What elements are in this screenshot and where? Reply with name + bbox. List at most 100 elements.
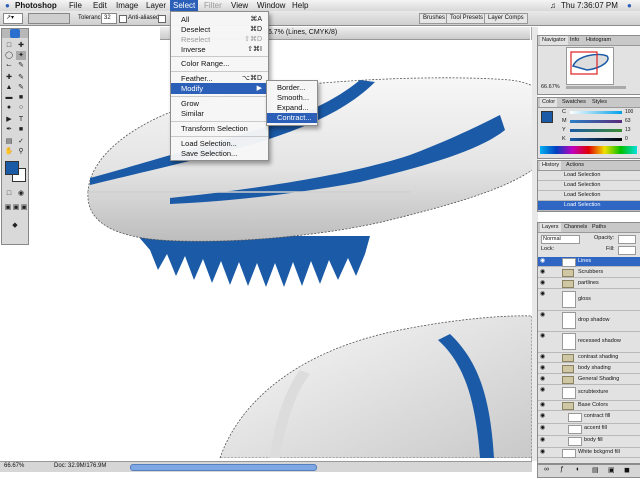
history-item[interactable]: Load Selection bbox=[538, 191, 640, 201]
healing-brush-icon[interactable]: ✚ bbox=[4, 73, 14, 82]
menu-item-modify[interactable]: Modify ▶ bbox=[171, 83, 268, 94]
zoom-icon[interactable]: ⚲ bbox=[16, 147, 26, 156]
eye-icon[interactable]: ◉ bbox=[540, 333, 546, 339]
eye-icon[interactable]: ◉ bbox=[540, 354, 546, 360]
menu-view[interactable]: View bbox=[228, 0, 251, 11]
layer-row[interactable]: ◉ accent fill bbox=[538, 424, 640, 436]
layer-row[interactable]: ◉ White bckgrnd fill bbox=[538, 448, 640, 458]
slider-m-value[interactable]: 63 bbox=[625, 118, 631, 124]
hand-icon[interactable]: ✋ bbox=[4, 147, 14, 156]
history-item[interactable]: Load Selection bbox=[538, 181, 640, 191]
opacity-input[interactable] bbox=[618, 235, 636, 244]
photoshop-logo-icon[interactable] bbox=[10, 29, 20, 38]
eye-icon[interactable]: ◉ bbox=[540, 387, 546, 393]
layer-row[interactable]: ◉ partlines bbox=[538, 279, 640, 289]
menu-item-save-selection[interactable]: Save Selection... bbox=[171, 148, 268, 159]
jump-to-imageready-icon[interactable]: ◆ bbox=[10, 221, 20, 230]
eye-icon[interactable]: ◉ bbox=[540, 280, 546, 286]
link-icon[interactable]: ∞ bbox=[544, 466, 549, 473]
color-ramp[interactable] bbox=[540, 146, 637, 154]
layer-row[interactable]: ◉ body shading bbox=[538, 364, 640, 374]
eye-icon[interactable]: ◉ bbox=[540, 425, 546, 431]
tab-actions[interactable]: Actions bbox=[564, 161, 586, 170]
slider-k[interactable] bbox=[570, 138, 622, 141]
quick-mask-icon[interactable]: ◉ bbox=[16, 189, 26, 198]
history-item[interactable]: Load Selection bbox=[538, 171, 640, 181]
menu-help[interactable]: Help bbox=[289, 0, 311, 11]
layer-row[interactable]: ◉ contract fill bbox=[538, 412, 640, 424]
slider-y[interactable] bbox=[570, 129, 622, 132]
standard-mode-icon[interactable]: □ bbox=[4, 189, 14, 198]
magic-wand-icon[interactable]: ✦ bbox=[16, 51, 26, 60]
screen-mode-full-icon[interactable]: ▣ bbox=[19, 203, 29, 212]
navigator-zoom[interactable]: 66.67% bbox=[541, 84, 560, 90]
eye-icon[interactable]: ◉ bbox=[540, 312, 546, 318]
menu-image[interactable]: Image bbox=[113, 0, 141, 11]
lasso-icon[interactable]: ◯ bbox=[4, 51, 14, 60]
tab-navigator[interactable]: Navigator bbox=[540, 36, 568, 45]
crop-icon[interactable]: ⌙ bbox=[4, 61, 14, 70]
palette-tab-brushes[interactable]: Brushes bbox=[419, 13, 450, 24]
layer-row[interactable]: ◉ General Shading bbox=[538, 375, 640, 385]
submenu-item-contract[interactable]: Contract... bbox=[267, 113, 317, 123]
tab-histogram[interactable]: Histogram bbox=[584, 36, 613, 45]
menubar-clock[interactable]: Thu 7:36:07 PM bbox=[558, 0, 621, 11]
tool-preset-picker[interactable]: ↗▾ bbox=[3, 13, 23, 24]
zoom-readout[interactable]: 66.67% bbox=[4, 463, 24, 469]
submenu-item-border[interactable]: Border... bbox=[267, 83, 317, 93]
menu-item-similar[interactable]: Similar bbox=[171, 108, 268, 119]
eye-icon[interactable]: ◉ bbox=[540, 376, 546, 382]
dodge-icon[interactable]: ○ bbox=[16, 103, 26, 112]
slider-c-value[interactable]: 100 bbox=[625, 109, 633, 115]
fill-input[interactable] bbox=[618, 246, 636, 255]
slice-icon[interactable]: ✎ bbox=[16, 61, 26, 70]
layer-row[interactable]: ◉ drop shadow bbox=[538, 311, 640, 332]
slider-m[interactable] bbox=[570, 120, 622, 123]
selection-mode-buttons[interactable] bbox=[28, 13, 70, 24]
palette-tab-tool-presets[interactable]: Tool Presets bbox=[446, 13, 488, 24]
history-item-current[interactable]: Load Selection bbox=[538, 201, 640, 211]
navigator-zoom-slider[interactable] bbox=[566, 86, 626, 89]
eye-icon[interactable]: ◉ bbox=[540, 437, 546, 443]
trash-icon[interactable]: ◼ bbox=[624, 466, 630, 474]
marquee-icon[interactable]: □ bbox=[4, 41, 14, 50]
menu-item-color-range[interactable]: Color Range... bbox=[171, 58, 268, 69]
menu-photoshop[interactable]: Photoshop bbox=[12, 0, 60, 11]
tab-layers[interactable]: Layers bbox=[540, 223, 561, 232]
eyedropper-icon[interactable]: ✓ bbox=[16, 137, 26, 146]
menu-item-transform-selection[interactable]: Transform Selection bbox=[171, 123, 268, 134]
tab-color[interactable]: Color bbox=[540, 98, 558, 107]
layer-row[interactable]: ◉ scrubtexture bbox=[538, 386, 640, 401]
layer-row[interactable]: ◉ Base Colors bbox=[538, 401, 640, 411]
submenu-item-expand[interactable]: Expand... bbox=[267, 103, 317, 113]
pen-icon[interactable]: ✒ bbox=[4, 125, 14, 134]
shape-icon[interactable]: ■ bbox=[16, 125, 26, 134]
layer-row[interactable]: ◉ Lines bbox=[538, 257, 640, 267]
menu-window[interactable]: Window bbox=[254, 0, 288, 11]
gradient-icon[interactable]: ■ bbox=[16, 93, 26, 102]
notes-icon[interactable]: ▤ bbox=[4, 137, 14, 146]
tab-swatches[interactable]: Swatches bbox=[560, 98, 588, 107]
menu-item-inverse[interactable]: Inverse ⇧⌘I bbox=[171, 44, 268, 55]
layer-row[interactable]: ◉ gloss bbox=[538, 290, 640, 311]
submenu-item-smooth[interactable]: Smooth... bbox=[267, 93, 317, 103]
new-layer-icon[interactable]: ▣ bbox=[608, 466, 615, 474]
doc-size-readout[interactable]: Doc: 32.9M/176.9M bbox=[54, 463, 106, 469]
navigator-thumbnail[interactable] bbox=[566, 47, 614, 85]
layer-row[interactable]: ◉ body fill bbox=[538, 436, 640, 448]
slider-c[interactable] bbox=[570, 111, 622, 114]
menu-layer[interactable]: Layer bbox=[143, 0, 169, 11]
contiguous-checkbox[interactable] bbox=[158, 15, 166, 23]
tab-info[interactable]: Info bbox=[568, 36, 581, 45]
menu-filter[interactable]: Filter bbox=[201, 0, 225, 11]
anti-aliased-checkbox[interactable] bbox=[119, 15, 127, 23]
blur-icon[interactable]: ● bbox=[4, 103, 14, 112]
menu-edit[interactable]: Edit bbox=[90, 0, 110, 11]
eye-icon[interactable]: ◉ bbox=[540, 291, 546, 297]
brush-icon[interactable]: ✎ bbox=[16, 73, 26, 82]
tab-channels[interactable]: Channels bbox=[562, 223, 589, 232]
mask-icon[interactable]: ◐ bbox=[576, 466, 580, 473]
tab-styles[interactable]: Styles bbox=[590, 98, 609, 107]
eye-icon[interactable]: ◉ bbox=[540, 365, 546, 371]
tab-history[interactable]: History bbox=[540, 161, 562, 170]
